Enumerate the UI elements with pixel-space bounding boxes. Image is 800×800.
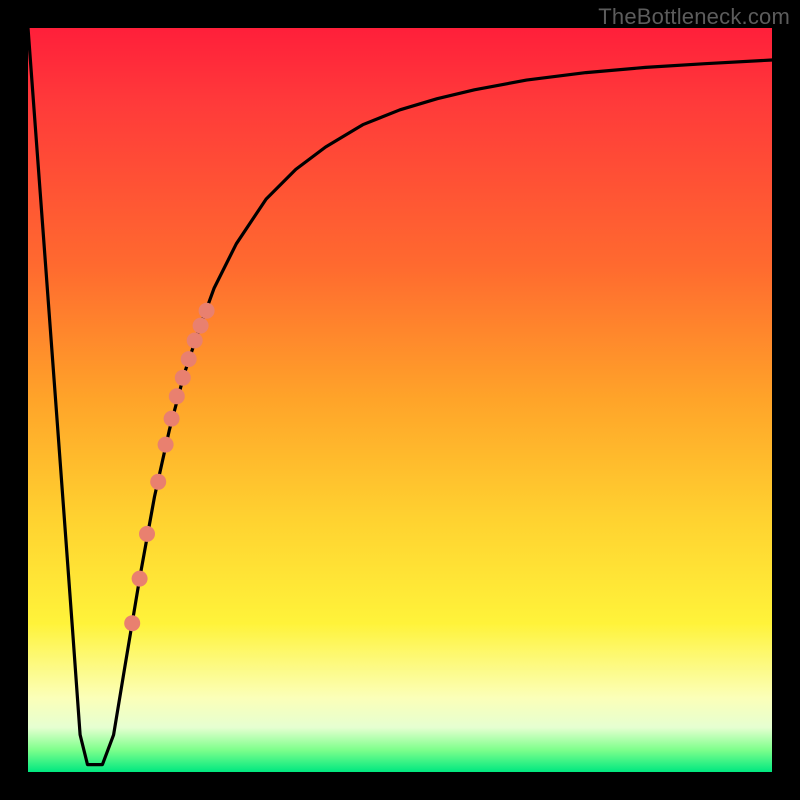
chart-frame: TheBottleneck.com [0,0,800,800]
chart-svg [28,28,772,772]
marker-point [187,333,203,349]
marker-point [175,370,191,386]
marker-point [150,474,166,490]
plot-area [28,28,772,772]
watermark-text: TheBottleneck.com [598,4,790,30]
marker-point [139,526,155,542]
marker-point [164,411,180,427]
marker-point [199,303,215,319]
curve-path [28,28,772,765]
marker-point [181,351,197,367]
highlighted-markers [124,303,214,632]
marker-point [169,388,185,404]
marker-point [193,318,209,334]
marker-point [132,571,148,587]
marker-point [124,615,140,631]
marker-point [158,437,174,453]
